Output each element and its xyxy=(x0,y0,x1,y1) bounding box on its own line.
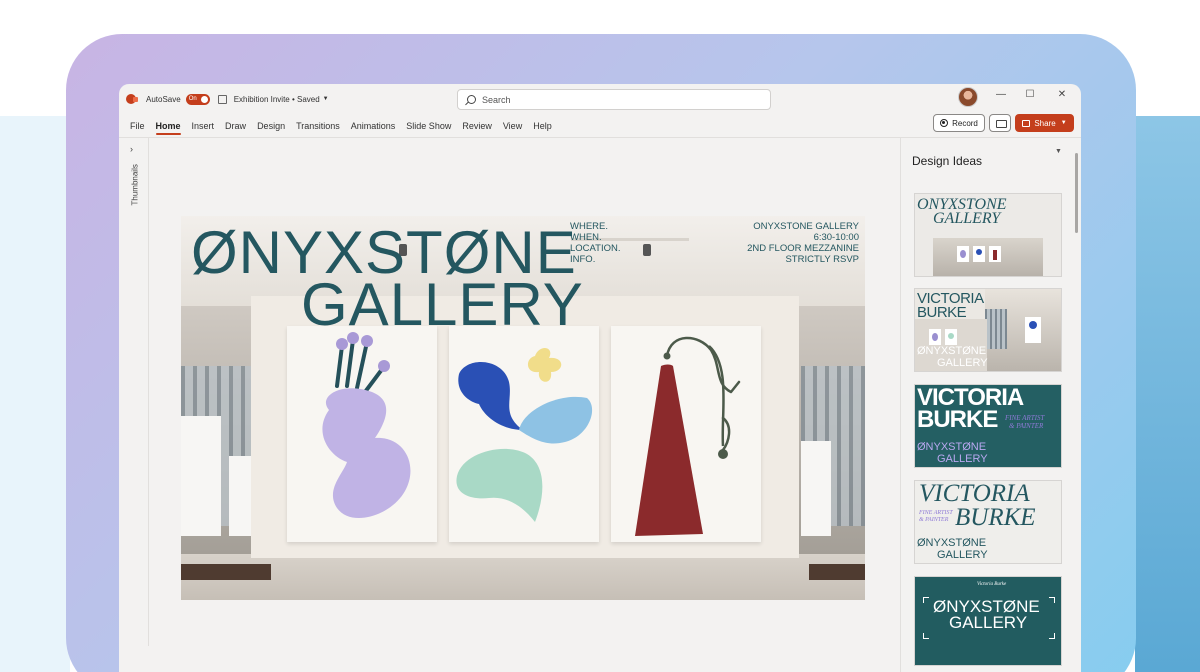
info-label: WHERE. xyxy=(570,221,608,232)
design-idea-5[interactable]: Victoria Burke ØNYXSTØNE GALLERY xyxy=(914,576,1062,666)
idea-title: GALLERY xyxy=(933,210,1001,227)
slide-info-labels[interactable]: WHERE. WHEN. LOCATION. INFO. xyxy=(570,221,621,265)
info-label: LOCATION. xyxy=(570,243,621,254)
design-idea-1[interactable]: ONYXSTONE GALLERY xyxy=(914,193,1062,277)
marketing-stage: AutoSave On Exhibition Invite • Saved ▼ … xyxy=(0,0,1200,672)
thumbnails-label[interactable]: Thumbnails xyxy=(131,164,140,205)
spotlight xyxy=(643,244,651,256)
info-label: WHEN. xyxy=(570,232,602,243)
idea-thumbnail-image xyxy=(933,238,1043,276)
idea-subtitle: ØNYXSTØNE xyxy=(917,345,987,357)
idea-tagline: & PAINTER xyxy=(919,517,949,523)
display-panel xyxy=(181,416,221,536)
search-placeholder: Search xyxy=(482,94,511,105)
user-avatar[interactable] xyxy=(958,87,978,107)
idea-tagline: FINE ARTIST xyxy=(1005,414,1045,422)
idea-title: BURKE xyxy=(917,406,998,433)
tab-view[interactable]: View xyxy=(503,121,522,135)
close-button[interactable]: ✕ xyxy=(1052,89,1072,100)
ribbon-tabs: File Home Insert Draw Design Transitions… xyxy=(130,121,563,135)
idea-title: VICTORIA xyxy=(919,480,1030,507)
autosave-toggle[interactable]: On xyxy=(185,93,210,105)
info-value: ONYXSTONE GALLERY xyxy=(753,221,859,232)
display-panel xyxy=(801,441,831,536)
document-title[interactable]: Exhibition Invite • Saved xyxy=(234,95,320,104)
design-idea-3[interactable]: VICTORIA BURKE FINE ARTIST & PAINTER ØNY… xyxy=(914,384,1062,468)
artwork-canvas-purple-vase xyxy=(287,326,437,542)
autosave-label: AutoSave xyxy=(146,94,181,104)
maximize-button[interactable]: ☐ xyxy=(1020,89,1040,100)
tab-home[interactable]: Home xyxy=(155,121,181,135)
info-value: 6:30-10:00 xyxy=(813,232,859,243)
tab-help[interactable]: Help xyxy=(533,121,552,135)
ribbon-tab-bar: File Home Insert Draw Design Transitions… xyxy=(119,114,1081,138)
idea-title: BURKE xyxy=(917,304,967,321)
share-icon xyxy=(1022,119,1031,127)
info-value: STRICTLY RSVP xyxy=(785,254,859,265)
scrollbar-thumb[interactable] xyxy=(1075,153,1078,233)
comments-button[interactable] xyxy=(989,114,1011,132)
idea-thumbnail-image xyxy=(985,289,1061,371)
chevron-down-icon: ▼ xyxy=(1060,120,1067,126)
info-label: INFO. xyxy=(570,254,596,265)
display-panel xyxy=(229,456,251,536)
record-label: Record xyxy=(952,118,978,128)
record-icon xyxy=(940,119,949,127)
info-value: 2ND FLOOR MEZZANINE xyxy=(747,243,859,254)
idea-subtitle: ØNYXSTØNE xyxy=(917,441,987,453)
design-ideas-pane: Design Ideas ▼ ONYXSTONE GALLERY VICTORI… xyxy=(900,138,1081,672)
slide-canvas[interactable]: ØNYXSTØNE GALLERY WHERE. WHEN. LOCATION.… xyxy=(181,216,865,600)
share-label: Share xyxy=(1034,118,1056,128)
tab-animations[interactable]: Animations xyxy=(351,121,396,135)
tab-slide-show[interactable]: Slide Show xyxy=(406,121,451,135)
idea-subtitle: GALLERY xyxy=(937,357,988,369)
expand-thumbnails-icon[interactable]: › xyxy=(130,144,133,154)
slide-info-values[interactable]: ONYXSTONE GALLERY 6:30-10:00 2ND FLOOR M… xyxy=(747,221,859,265)
idea-tagline: & PAINTER xyxy=(1009,422,1044,430)
thumbnails-pane: › Thumbnails xyxy=(119,138,149,646)
minimize-button[interactable]: — xyxy=(991,89,1011,100)
tab-review[interactable]: Review xyxy=(462,121,492,135)
idea-title: GALLERY xyxy=(949,613,1028,632)
artwork-canvas-red-vase xyxy=(611,326,761,542)
tab-transitions[interactable]: Transitions xyxy=(296,121,340,135)
background-panel-right xyxy=(1135,116,1200,672)
record-button[interactable]: Record xyxy=(933,114,985,132)
idea-subtitle: ØNYXSTØNE xyxy=(917,537,987,549)
title-bar: AutoSave On Exhibition Invite • Saved ▼ … xyxy=(119,84,1081,114)
design-idea-2[interactable]: VICTORIA BURKE ØNYXSTØNE GALLERY xyxy=(914,288,1062,372)
design-idea-4[interactable]: VICTORIA BURKE FINE ARTIST & PAINTER ØNY… xyxy=(914,480,1062,564)
idea-tagline: FINE ARTIST xyxy=(919,510,953,516)
chevron-down-icon[interactable]: ▼ xyxy=(1055,148,1062,155)
tab-design[interactable]: Design xyxy=(257,121,285,135)
powerpoint-window: AutoSave On Exhibition Invite • Saved ▼ … xyxy=(119,84,1081,672)
idea-subtitle: GALLERY xyxy=(937,549,988,561)
search-icon xyxy=(467,95,476,104)
slide-title-line2[interactable]: GALLERY xyxy=(301,270,584,339)
tab-insert[interactable]: Insert xyxy=(192,121,215,135)
gallery-bench xyxy=(809,564,865,580)
design-ideas-title: Design Ideas xyxy=(912,154,983,168)
idea-title: BURKE xyxy=(955,504,1036,531)
background-panel-left xyxy=(0,116,70,672)
idea-top-label: Victoria Burke xyxy=(977,582,1007,587)
search-box[interactable]: Search xyxy=(457,89,771,110)
idea-subtitle: GALLERY xyxy=(937,453,988,465)
gallery-bench xyxy=(181,564,271,580)
idea-title: ØNYXSTØNE xyxy=(933,597,1040,616)
artwork-canvas-blue-shapes xyxy=(449,326,599,542)
chevron-down-icon[interactable]: ▼ xyxy=(323,96,329,102)
tab-draw[interactable]: Draw xyxy=(225,121,246,135)
share-button[interactable]: Share ▼ xyxy=(1015,114,1074,132)
tab-file[interactable]: File xyxy=(130,121,145,135)
gallery-floor xyxy=(181,554,865,600)
powerpoint-logo-icon xyxy=(126,94,138,104)
save-icon[interactable] xyxy=(217,94,227,104)
